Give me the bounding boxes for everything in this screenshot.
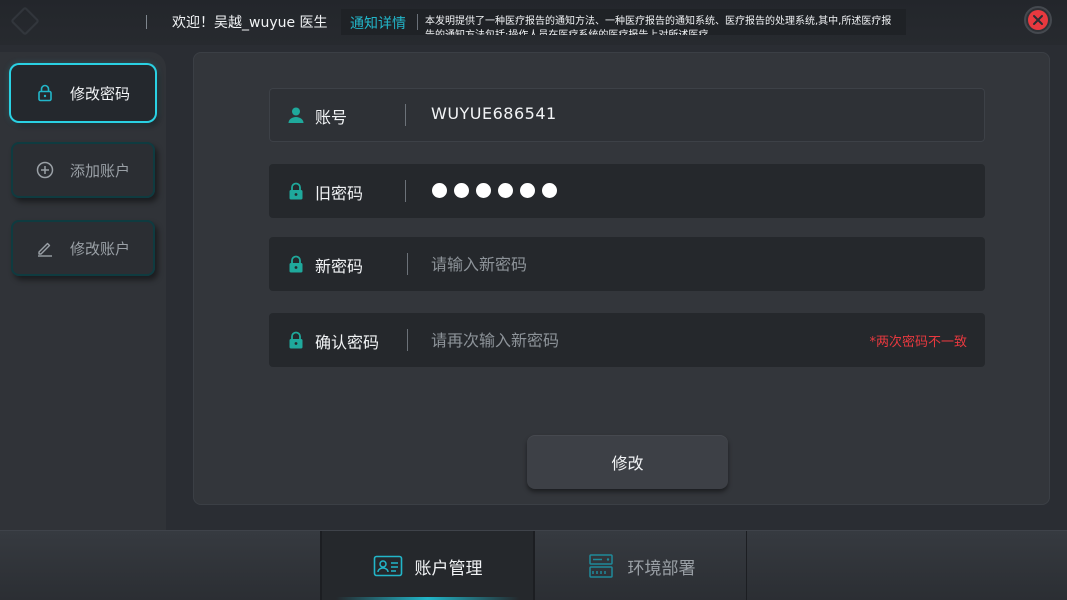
pencil-icon: [36, 239, 54, 257]
welcome-text: 欢迎！吴越_wuyue 医生: [172, 15, 328, 31]
lock-icon: [289, 182, 303, 200]
change-password-panel: 账号 WUYUE686541 旧密码 新密码 确认密码 *两次密码不一致 修改: [193, 52, 1050, 505]
password-dot: [498, 183, 513, 198]
field-divider: [405, 104, 406, 126]
sidebar-item-edit-account[interactable]: 修改账户: [11, 220, 155, 276]
header-divider: [146, 15, 147, 29]
new-password-field[interactable]: 新密码: [269, 237, 985, 291]
old-password-label: 旧密码: [315, 184, 364, 203]
plus-circle-icon: [36, 161, 54, 179]
sidebar-item-label: 修改账户: [70, 239, 131, 258]
sidebar-item-change-password[interactable]: 修改密码: [11, 65, 155, 121]
account-value: WUYUE686541: [431, 104, 557, 123]
old-password-field[interactable]: 旧密码: [269, 164, 985, 218]
tab-account-management[interactable]: 账户管理: [321, 531, 534, 600]
close-icon: [1028, 10, 1048, 30]
user-icon: [288, 107, 304, 123]
notice-divider: [417, 14, 418, 30]
submit-button-label: 修改: [611, 454, 644, 473]
password-dot: [520, 183, 535, 198]
confirm-password-label: 确认密码: [315, 333, 380, 352]
lock-icon: [36, 84, 54, 102]
account-field: 账号 WUYUE686541: [269, 88, 985, 142]
tab-environment-deployment[interactable]: 环境部署: [534, 531, 747, 600]
notice-detail-link[interactable]: 通知详情: [350, 13, 406, 33]
sidebar: 修改密码 添加账户 修改账户: [0, 52, 166, 530]
notice-bar[interactable]: 通知详情 本发明提供了一种医疗报告的通知方法、一种医疗报告的通知系统、医疗报告的…: [341, 9, 906, 35]
logo-mark-icon: [10, 6, 40, 36]
sidebar-item-add-account[interactable]: 添加账户: [11, 142, 155, 198]
password-dot: [476, 183, 491, 198]
new-password-label: 新密码: [315, 257, 364, 276]
password-dot: [432, 183, 447, 198]
field-divider: [407, 329, 408, 351]
password-mismatch-error: *两次密码不一致: [869, 335, 967, 350]
tab-label: 环境部署: [627, 558, 696, 579]
lock-icon: [289, 255, 303, 273]
lock-icon: [289, 331, 303, 349]
tab-label: 账户管理: [414, 558, 483, 579]
id-card-icon: [373, 555, 403, 577]
notice-text: 本发明提供了一种医疗报告的通知方法、一种医疗报告的通知系统、医疗报告的处理系统,…: [425, 16, 892, 35]
tab-empty-slot: [746, 531, 1067, 600]
server-icon: [586, 554, 616, 578]
close-button[interactable]: [1024, 6, 1052, 34]
tab-empty-slot: [0, 531, 321, 600]
new-password-input[interactable]: [431, 249, 831, 279]
old-password-dots[interactable]: [432, 183, 557, 198]
field-divider: [407, 253, 408, 275]
field-divider: [405, 180, 406, 202]
confirm-password-field[interactable]: 确认密码 *两次密码不一致: [269, 313, 985, 367]
top-header: 欢迎！吴越_wuyue 医生 通知详情 本发明提供了一种医疗报告的通知方法、一种…: [0, 0, 1067, 45]
app-logo: [6, 4, 128, 40]
confirm-password-input[interactable]: [431, 325, 831, 355]
bottom-tab-bar: 账户管理 环境部署: [0, 530, 1067, 600]
sidebar-item-label: 添加账户: [70, 161, 131, 180]
password-dot: [542, 183, 557, 198]
password-dot: [454, 183, 469, 198]
sidebar-item-label: 修改密码: [70, 84, 131, 103]
account-label: 账号: [315, 108, 348, 127]
submit-button[interactable]: 修改: [527, 435, 728, 489]
